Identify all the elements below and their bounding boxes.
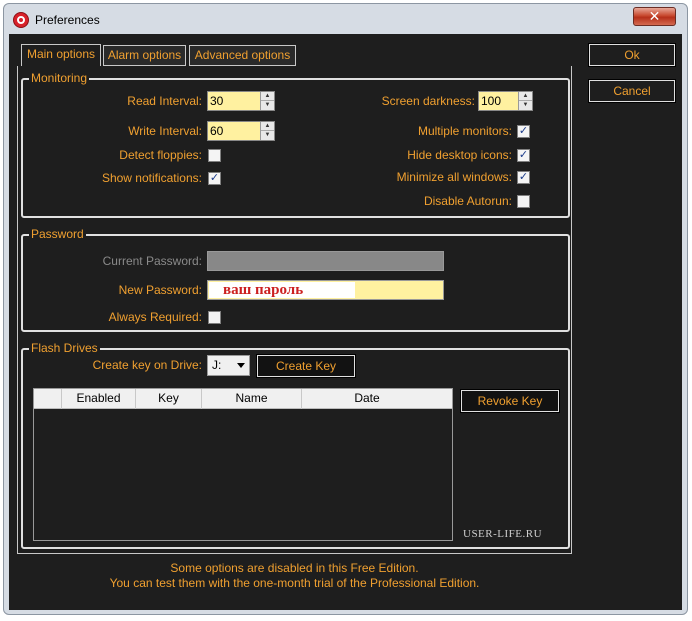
password-group-title: Password bbox=[29, 227, 86, 241]
read-interval-spinner[interactable]: ▲▼ bbox=[207, 91, 275, 111]
ok-button[interactable]: Ok bbox=[588, 43, 676, 67]
spin-down-icon[interactable]: ▼ bbox=[519, 101, 532, 110]
hide-desktop-icons-label: Hide desktop icons: bbox=[407, 148, 512, 162]
tab-main-options[interactable]: Main options bbox=[21, 44, 101, 66]
detect-floppies-checkbox[interactable] bbox=[208, 149, 221, 162]
disable-autorun-checkbox[interactable] bbox=[517, 195, 530, 208]
read-interval-arrows[interactable]: ▲ ▼ bbox=[260, 92, 274, 110]
free-edition-notice-line2: You can test them with the one-month tri… bbox=[109, 576, 480, 590]
chevron-down-icon bbox=[237, 363, 245, 368]
column-header-date[interactable]: Date bbox=[302, 389, 432, 409]
screen-darkness-label: Screen darkness: bbox=[381, 94, 475, 108]
spin-down-icon[interactable]: ▼ bbox=[261, 101, 274, 110]
cancel-button[interactable]: Cancel bbox=[588, 79, 676, 103]
write-interval-arrows[interactable]: ▲ ▼ bbox=[260, 122, 274, 140]
read-interval-label: Read Interval: bbox=[127, 94, 202, 108]
write-interval-label: Write Interval: bbox=[128, 124, 202, 138]
new-password-label: New Password: bbox=[118, 283, 202, 297]
write-interval-input[interactable] bbox=[208, 122, 260, 140]
screen-darkness-input[interactable] bbox=[479, 92, 517, 110]
read-interval-input[interactable] bbox=[208, 92, 260, 110]
table-header-selector[interactable] bbox=[34, 389, 62, 409]
multiple-monitors-checkbox[interactable]: ✓ bbox=[517, 125, 530, 138]
new-password-field[interactable]: ваш пароль bbox=[207, 280, 444, 300]
spin-up-icon[interactable]: ▲ bbox=[519, 92, 532, 101]
new-password-overlay-text: ваш пароль bbox=[209, 282, 355, 298]
drive-select-value: J: bbox=[212, 358, 222, 372]
always-required-label: Always Required: bbox=[108, 310, 202, 324]
current-password-field[interactable] bbox=[207, 251, 444, 271]
detect-floppies-label: Detect floppies: bbox=[119, 148, 202, 162]
revoke-key-button[interactable]: Revoke Key bbox=[460, 389, 560, 413]
dialog-client-area: Main options Alarm options Advanced opti… bbox=[9, 34, 682, 610]
minimize-all-windows-checkbox[interactable]: ✓ bbox=[517, 171, 530, 184]
flash-drives-table[interactable]: Enabled Key Name Date bbox=[33, 388, 453, 541]
column-header-name[interactable]: Name bbox=[202, 389, 302, 409]
multiple-monitors-label: Multiple monitors: bbox=[417, 124, 512, 138]
spin-up-icon[interactable]: ▲ bbox=[261, 92, 274, 101]
show-notifications-label: Show notifications: bbox=[101, 171, 202, 185]
tab-advanced-options[interactable]: Advanced options bbox=[189, 45, 296, 66]
watermark-text: USER-LIFE.RU bbox=[463, 528, 543, 540]
app-logo-icon bbox=[13, 12, 29, 28]
spin-up-icon[interactable]: ▲ bbox=[261, 122, 274, 131]
always-required-checkbox[interactable] bbox=[208, 311, 221, 324]
spin-down-icon[interactable]: ▼ bbox=[261, 131, 274, 140]
close-icon: ✕ bbox=[648, 8, 661, 24]
create-key-button[interactable]: Create Key bbox=[256, 354, 356, 378]
free-edition-notice-line1: Some options are disabled in this Free E… bbox=[170, 561, 419, 575]
drive-select[interactable]: J: bbox=[207, 355, 250, 376]
table-header: Enabled Key Name Date bbox=[34, 389, 452, 409]
preferences-window: Preferences ✕ Main options Alarm options… bbox=[3, 3, 688, 615]
password-group: Password Current Password: New Password:… bbox=[21, 227, 570, 332]
column-header-enabled[interactable]: Enabled bbox=[62, 389, 136, 409]
title-bar: Preferences ✕ bbox=[4, 4, 687, 34]
minimize-all-windows-label: Minimize all windows: bbox=[396, 170, 512, 184]
monitoring-group: Monitoring Read Interval: ▲▼ Write Inter… bbox=[21, 71, 570, 218]
write-interval-spinner[interactable]: ▲▼ bbox=[207, 121, 275, 141]
flash-drives-group-title: Flash Drives bbox=[29, 341, 100, 355]
show-notifications-checkbox[interactable]: ✓ bbox=[208, 172, 221, 185]
screen-darkness-spinner[interactable]: ▲▼ bbox=[478, 91, 533, 111]
tab-alarm-options[interactable]: Alarm options bbox=[103, 45, 186, 66]
hide-desktop-icons-checkbox[interactable]: ✓ bbox=[517, 149, 530, 162]
close-button[interactable]: ✕ bbox=[633, 7, 676, 26]
column-header-key[interactable]: Key bbox=[136, 389, 202, 409]
create-key-drive-label: Create key on Drive: bbox=[92, 358, 202, 372]
main-options-panel: Monitoring Read Interval: ▲▼ Write Inter… bbox=[17, 66, 572, 554]
disable-autorun-label: Disable Autorun: bbox=[423, 194, 512, 208]
current-password-label: Current Password: bbox=[102, 254, 202, 268]
window-title: Preferences bbox=[35, 13, 100, 27]
screen-darkness-arrows[interactable]: ▲ ▼ bbox=[518, 92, 532, 110]
flash-drives-group: Flash Drives Create key on Drive: J: Cre… bbox=[21, 341, 570, 549]
monitoring-group-title: Monitoring bbox=[29, 71, 90, 85]
